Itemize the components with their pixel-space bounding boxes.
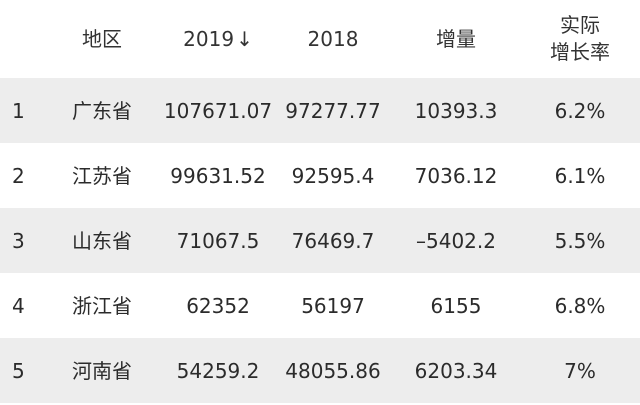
data-table: 地区 2019 ↓ 2018 增量 实际 增长率 1 广东省 107671.07 … xyxy=(0,0,640,405)
table-row: 2 江苏省 99631.52 92595.4 7036.12 6.1% xyxy=(0,143,640,208)
cell-rank: 2 xyxy=(12,163,25,188)
cell-2018: 48055.86 xyxy=(285,358,381,383)
cell-increase: 10393.3 xyxy=(414,98,498,123)
cell-2018: 92595.4 xyxy=(291,163,375,188)
cell-region: 山东省 xyxy=(72,228,132,253)
cell-growth-rate: 6.1% xyxy=(554,163,606,188)
cell-growth-rate: 5.5% xyxy=(554,228,606,253)
header-growth-rate-line1: 实际 xyxy=(560,13,600,37)
header-increase[interactable]: 增量 xyxy=(392,26,520,52)
cell-2018: 76469.7 xyxy=(291,228,375,253)
table-row: 5 河南省 54259.2 48055.86 6203.34 7% xyxy=(0,338,640,403)
cell-rank: 4 xyxy=(12,293,25,318)
cell-growth-rate: 6.2% xyxy=(554,98,606,123)
table-row: 3 山东省 71067.5 76469.7 –5402.2 5.5% xyxy=(0,208,640,273)
cell-rank: 5 xyxy=(12,358,25,383)
cell-increase: 6203.34 xyxy=(414,358,498,383)
cell-2018: 56197 xyxy=(301,293,365,318)
header-2019-label: 2019 xyxy=(183,27,235,51)
table-header-row: 地区 2019 ↓ 2018 增量 实际 增长率 xyxy=(0,0,640,78)
cell-region: 江苏省 xyxy=(72,163,132,188)
cell-2019: 107671.07 xyxy=(163,98,273,123)
cell-increase: –5402.2 xyxy=(416,228,496,253)
cell-2019: 71067.5 xyxy=(176,228,260,253)
cell-region: 河南省 xyxy=(72,358,132,383)
cell-growth-rate: 7% xyxy=(564,358,596,383)
cell-2019: 99631.52 xyxy=(170,163,266,188)
cell-2019: 62352 xyxy=(186,293,250,318)
cell-region: 浙江省 xyxy=(72,293,132,318)
cell-2019: 54259.2 xyxy=(176,358,260,383)
header-2018[interactable]: 2018 xyxy=(274,26,392,52)
table-row: 4 浙江省 62352 56197 6155 6.8% xyxy=(0,273,640,338)
header-growth-rate-line2: 增长率 xyxy=(550,40,610,64)
cell-2018: 97277.77 xyxy=(285,98,381,123)
cell-growth-rate: 6.8% xyxy=(554,293,606,318)
header-growth-rate[interactable]: 实际 增长率 xyxy=(520,12,640,66)
cell-rank: 3 xyxy=(12,228,25,253)
header-region[interactable]: 地区 xyxy=(42,26,162,52)
cell-region: 广东省 xyxy=(72,98,132,123)
table-row: 1 广东省 107671.07 97277.77 10393.3 6.2% xyxy=(0,78,640,143)
cell-increase: 6155 xyxy=(430,293,482,318)
header-2019-sorted[interactable]: 2019 ↓ xyxy=(162,26,274,52)
cell-rank: 1 xyxy=(12,98,25,123)
sort-desc-icon: ↓ xyxy=(236,27,253,51)
cell-increase: 7036.12 xyxy=(414,163,498,188)
